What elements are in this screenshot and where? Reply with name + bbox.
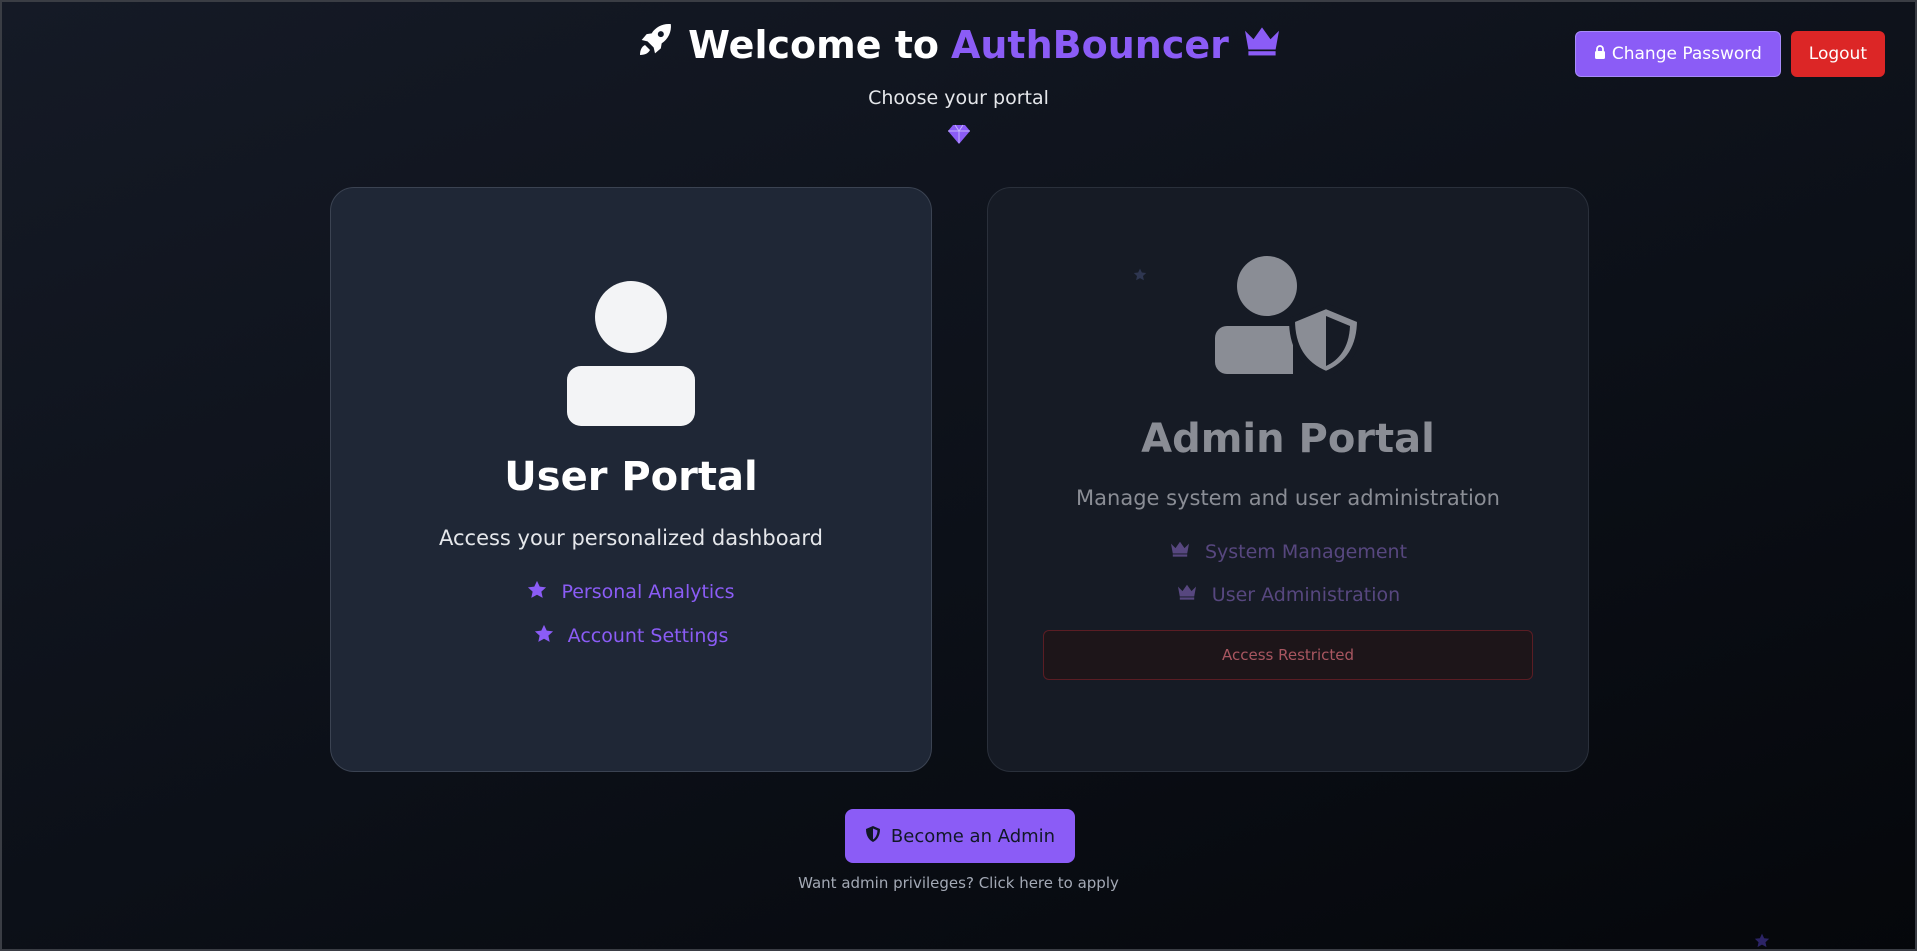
user-shield-icon (988, 256, 1588, 374)
top-actions: Change Password Logout (1574, 31, 1885, 77)
admin-portal-card: Admin Portal Manage system and user admi… (987, 187, 1589, 772)
star-icon (527, 580, 547, 604)
star-icon (1754, 933, 1770, 951)
user-portal-title: User Portal (504, 454, 758, 500)
feature-system-management: System Management (988, 540, 1588, 563)
user-portal-card[interactable]: User Portal Access your personalized das… (330, 187, 932, 772)
become-admin-label: Become an Admin (890, 825, 1056, 847)
user-icon (331, 280, 931, 426)
admin-portal-description: Manage system and user administration (1076, 486, 1500, 510)
crown-icon (1169, 540, 1191, 563)
become-admin-button[interactable]: Become an Admin (845, 809, 1075, 863)
rocket-icon (634, 20, 676, 69)
shield-icon (865, 825, 881, 848)
change-password-label: Change Password (1611, 44, 1762, 64)
gem-icon (2, 123, 1915, 145)
user-portal-description: Access your personalized dashboard (438, 526, 824, 550)
page-subtitle: Choose your portal (868, 87, 1049, 109)
title-brand: AuthBouncer (950, 22, 1229, 67)
feature-user-administration: User Administration (988, 583, 1588, 606)
star-icon (534, 624, 554, 648)
access-restricted-badge: Access Restricted (1043, 630, 1533, 680)
feature-account-settings: Account Settings (331, 624, 931, 648)
change-password-button[interactable]: Change Password (1574, 31, 1781, 77)
admin-portal-title: Admin Portal (1141, 416, 1435, 462)
crown-icon (1176, 583, 1198, 606)
lock-icon (1594, 44, 1606, 64)
title-prefix: Welcome to (688, 22, 939, 67)
become-admin-hint[interactable]: Want admin privileges? Click here to app… (2, 874, 1915, 892)
page-title: Welcome to AuthBouncer (634, 20, 1283, 69)
crown-icon (1241, 23, 1283, 67)
star-icon (1133, 266, 1147, 285)
feature-personal-analytics: Personal Analytics (331, 580, 931, 604)
logout-button[interactable]: Logout (1790, 31, 1885, 77)
